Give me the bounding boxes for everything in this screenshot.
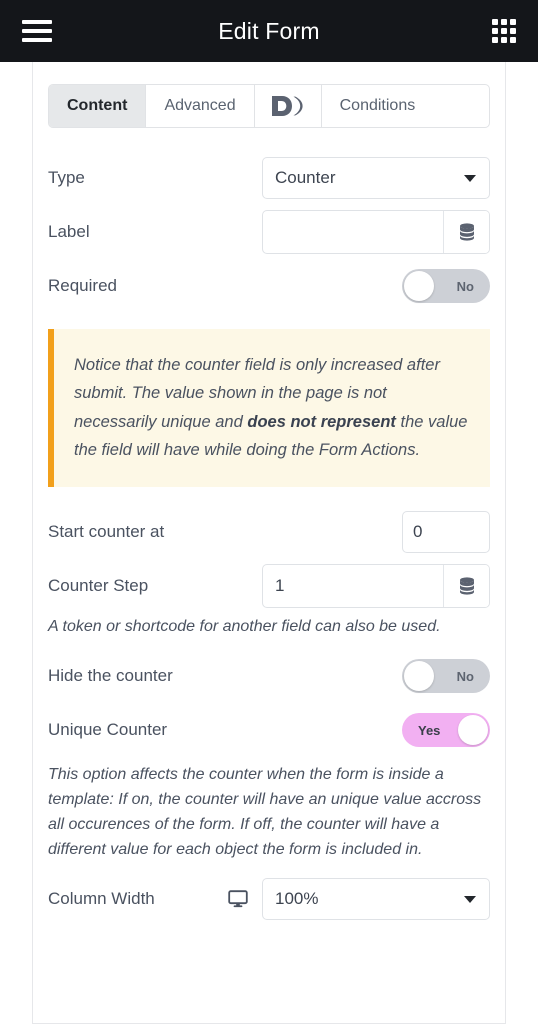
label-counter-step: Counter Step <box>48 575 149 595</box>
toggle-knob <box>404 271 434 301</box>
token-database-icon[interactable] <box>443 211 489 253</box>
tab-conditions[interactable]: Conditions <box>321 85 434 127</box>
hamburger-icon[interactable] <box>22 20 52 42</box>
grid-apps-icon[interactable] <box>492 19 516 43</box>
label-field-label: Label <box>48 222 90 241</box>
settings-tabs: Content Advanced Conditions <box>48 84 490 128</box>
row-label: Label <box>48 205 490 259</box>
database-icon <box>459 223 474 241</box>
hide-the-counter-toggle-value: No <box>456 668 474 684</box>
settings-panel-wrap: Content Advanced Conditions Type Counter… <box>0 62 538 1024</box>
database-icon <box>459 576 474 595</box>
label-unique-counter: Unique Counter <box>48 720 168 740</box>
hamburger-bar <box>22 20 52 24</box>
label-start-counter-at: Start counter at <box>48 521 165 541</box>
chevron-down-icon <box>464 175 476 182</box>
tab-dynamic-logo[interactable] <box>254 85 322 127</box>
counter-step-input-group <box>262 563 490 608</box>
page-title: Edit Form <box>218 17 320 44</box>
settings-panel: Content Advanced Conditions Type Counter… <box>32 62 506 1024</box>
column-width-value: 100% <box>275 889 319 909</box>
label-input-group <box>262 210 490 254</box>
required-toggle[interactable]: No <box>402 269 490 303</box>
label-column-width: Column Width <box>48 889 155 909</box>
row-unique-counter: Unique Counter Yes <box>48 703 490 757</box>
d-brand-icon <box>271 96 303 116</box>
counter-notice: Notice that the counter field is only in… <box>48 329 490 487</box>
label-hide-the-counter: Hide the counter <box>48 666 173 686</box>
notice-text-bold: does not represent <box>247 412 396 431</box>
label-input[interactable] <box>263 211 443 253</box>
required-toggle-value: No <box>456 278 474 294</box>
row-required: Required No <box>48 259 490 313</box>
unique-counter-help: This option affects the counter when the… <box>48 766 482 858</box>
counter-step-input[interactable] <box>263 564 443 607</box>
row-counter-step: Counter Step <box>48 559 490 613</box>
row-hide-the-counter: Hide the counter No <box>48 649 490 703</box>
unique-counter-toggle[interactable]: Yes <box>402 713 490 748</box>
token-database-icon[interactable] <box>443 564 489 607</box>
chevron-down-icon <box>464 896 476 904</box>
hamburger-bar <box>22 38 52 42</box>
hide-the-counter-toggle[interactable]: No <box>402 659 490 694</box>
row-column-width: Column Width 100% <box>48 872 490 926</box>
counter-step-help: A token or shortcode for another field c… <box>48 617 441 635</box>
column-width-select[interactable]: 100% <box>262 878 490 921</box>
type-select[interactable]: Counter <box>262 157 490 199</box>
row-type: Type Counter <box>48 151 490 205</box>
desktop-monitor-icon[interactable] <box>212 890 262 908</box>
unique-counter-toggle-value: Yes <box>418 722 441 738</box>
hamburger-bar <box>22 29 52 33</box>
label-required: Required <box>48 276 117 295</box>
label-type: Type <box>48 168 85 187</box>
app-topbar: Edit Form <box>0 0 538 62</box>
toggle-knob <box>404 661 434 692</box>
start-counter-at-input[interactable] <box>402 510 490 553</box>
toggle-knob <box>458 715 488 746</box>
type-select-value: Counter <box>275 168 336 187</box>
tab-advanced[interactable]: Advanced <box>146 85 255 127</box>
tab-content[interactable]: Content <box>49 85 147 127</box>
row-start-counter-at: Start counter at <box>48 505 490 559</box>
